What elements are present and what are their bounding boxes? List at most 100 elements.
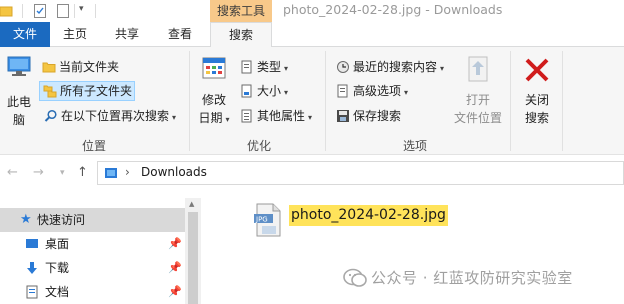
chevron-down-icon: ▾ [284,64,289,73]
chevron-down-icon: ▾ [404,88,409,97]
chevron-down-icon: ▾ [308,113,313,122]
nav-item-label: 下载 [45,261,70,275]
up-arrow-icon[interactable]: ↑ [77,165,88,180]
nav-item-quick-access[interactable]: ★ 快速访问 [0,208,185,232]
recent-locations-chevron-icon[interactable]: ▾ [60,168,65,178]
type-label: 类型 [257,60,282,74]
tab-share[interactable]: 共享 [107,22,147,47]
recent-searches-label: 最近的搜索内容 [353,60,438,74]
document-type-icon [241,60,252,74]
group-separator [325,51,326,151]
window-title: photo_2024-02-28.jpg - Downloads [283,2,503,17]
current-folder-label: 当前文件夹 [59,60,120,74]
type-button[interactable]: 类型 ▾ [240,59,288,77]
scroll-up-icon[interactable]: ▲ [189,200,194,208]
date-modified-label-line2: 日期 ▾ [198,111,230,125]
nav-item-documents[interactable]: 文档 📌 [0,280,185,304]
search-again-label: 在以下位置再次搜索 [61,109,170,123]
group-separator [510,51,511,151]
close-search-label-line2: 搜索 [524,111,549,125]
tab-home[interactable]: 主页 [55,22,95,47]
file-item[interactable]: JPG [253,203,283,240]
titlebar-separator [22,4,23,18]
tab-view[interactable]: 查看 [160,22,200,47]
close-icon [525,58,549,82]
nav-item-label: 桌面 [45,237,70,251]
breadcrumb-chevron-icon[interactable]: › [125,165,130,179]
properties-icon [241,109,252,123]
chevron-down-icon: ▾ [284,88,289,97]
watermark-text: 公众号 · 红蓝攻防研究实验室 [371,269,573,287]
size-label: 大小 [257,84,282,98]
title-bar: ▾ 搜索工具 photo_2024-02-28.jpg - Downloads [0,0,624,22]
tab-search[interactable]: 搜索 [210,22,272,48]
pin-icon[interactable]: 📌 [168,256,182,280]
titlebar-separator [95,4,96,18]
nav-item-downloads[interactable]: 下载 📌 [0,256,185,280]
nav-item-label: 文档 [45,285,70,299]
pin-icon[interactable]: 📌 [168,280,182,304]
current-folder-button[interactable]: 当前文件夹 [42,59,119,75]
scrollbar-thumb[interactable] [188,212,198,304]
chevron-down-icon: ▾ [440,64,445,73]
open-file-location-label-line1: 打开 [465,93,490,107]
other-properties-button[interactable]: 其他属性 ▾ [240,108,312,126]
address-bar[interactable]: › Downloads [97,161,624,185]
search-tools-context-header: 搜索工具 [210,0,272,22]
recent-search-icon [337,61,349,73]
save-search-label: 保存搜索 [353,109,402,123]
nav-item-label: 快速访问 [37,213,86,227]
star-icon: ★ [20,212,32,227]
this-pc-button[interactable]: 此电 脑 [2,53,36,131]
date-modified-button[interactable]: 修改 日期 ▾ [196,55,232,133]
save-icon [337,110,349,122]
all-subfolders-button[interactable]: 所有子文件夹 [39,81,136,101]
search-icon [44,109,57,122]
forward-arrow-icon[interactable]: → [33,165,44,180]
open-file-location-button[interactable]: 打开 文件位置 [450,55,506,133]
breadcrumb-downloads[interactable]: Downloads [141,165,207,179]
titlebar-separator [74,4,75,18]
navigation-pane: ★ 快速访问 桌面 📌 下载 📌 文档 📌 [0,190,200,304]
computer-icon [7,56,31,76]
ribbon-panel: 此电 脑 当前文件夹 所有子文件夹 在以下位置再次搜索 ▾ 位置 修改 日期 ▾… [0,47,624,155]
close-search-label-line1: 关闭 [524,93,549,107]
navigation-scrollbar[interactable]: ▲ [185,198,201,304]
this-pc-label-line1: 此电 [6,95,31,109]
options-group-label: 选项 [402,139,427,153]
customize-toolbar-icon[interactable]: ▾ [79,4,84,14]
size-button[interactable]: 大小 ▾ [240,83,288,101]
documents-icon [26,285,38,299]
tab-file[interactable]: 文件 [0,22,50,47]
folder-icon [42,62,56,73]
desktop-icon [26,239,38,248]
advanced-options-button[interactable]: 高级选项 ▾ [336,83,408,101]
download-arrow-icon [27,262,37,274]
date-modified-label-line1: 修改 [201,93,226,107]
app-icon [0,6,13,17]
subfolders-icon [43,85,57,98]
location-group-label: 位置 [81,139,106,153]
other-properties-label: 其他属性 [257,109,306,123]
calendar-icon [202,57,226,79]
advanced-options-icon [337,84,348,98]
pin-icon[interactable]: 📌 [168,232,182,256]
file-type-label: JPG [255,216,268,224]
back-arrow-icon[interactable]: ← [7,165,18,180]
search-again-button[interactable]: 在以下位置再次搜索 ▾ [44,108,176,126]
file-name[interactable]: photo_2024-02-28.jpg [289,205,448,226]
this-pc-label-line2: 脑 [12,113,25,127]
recent-searches-button[interactable]: 最近的搜索内容 ▾ [336,59,444,77]
new-folder-icon[interactable] [56,3,70,19]
group-separator [189,51,190,151]
chevron-down-icon: ▾ [172,113,177,122]
properties-icon[interactable] [33,3,47,19]
refine-group-label: 优化 [246,139,271,153]
close-search-button[interactable]: 关闭 搜索 [518,55,556,133]
save-search-button[interactable]: 保存搜索 [336,108,401,124]
open-file-location-label-line2: 文件位置 [453,111,502,125]
nav-item-desktop[interactable]: 桌面 📌 [0,232,185,256]
jpg-file-icon: JPG [254,203,281,237]
ribbon-tab-bar: 文件 主页 共享 查看 搜索 [0,22,624,48]
open-file-location-icon [468,56,488,82]
